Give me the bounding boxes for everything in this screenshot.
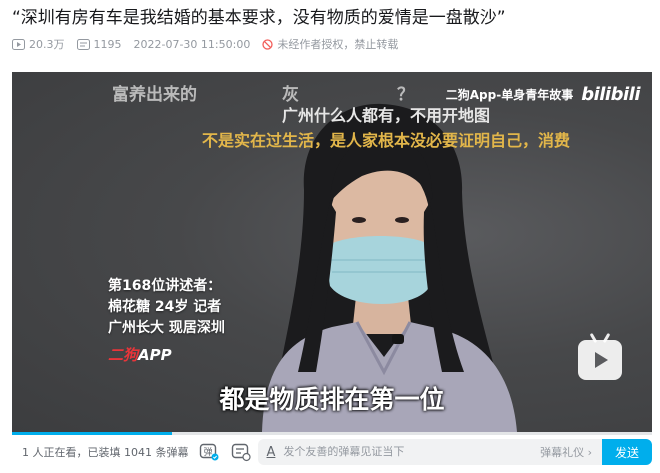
danmaku-toggle-glyph: 弹 (204, 446, 213, 458)
danmaku-settings-icon[interactable] (230, 441, 252, 463)
danmaku-4: 广州什么人都有，不用开地图 (282, 106, 491, 125)
danmaku-etiquette-link[interactable]: 弹幕礼仪 › (540, 444, 592, 460)
video-title: “深圳有房有车是我结婚的基本要求，没有物质的爱情是一盘散沙” (12, 8, 506, 28)
narrator-line: 广州长大 现居深圳 (108, 320, 225, 336)
bilibili-logo: bilibili (581, 84, 640, 105)
narrator-line: 棉花糖 24岁 记者 (108, 299, 222, 315)
progress-fill (12, 432, 172, 435)
copyright-text: 未经作者授权，禁止转载 (277, 38, 399, 51)
danmaku-stat: 1195 (76, 37, 122, 51)
danmaku-input[interactable] (283, 446, 541, 458)
danmaku-1: 富养出来的 (112, 85, 197, 105)
video-frame-person (262, 103, 517, 432)
forbidden-icon (262, 38, 273, 50)
danmaku-toggle-icon[interactable]: 弹 (198, 441, 220, 463)
narrator-line: 第168位讲述者： (108, 278, 222, 294)
play-icon (595, 352, 608, 368)
danmaku-count-icon (76, 38, 90, 50)
views-count: 20.3万 (29, 38, 65, 51)
video-meta: 20.3万 1195 2022-07-30 11:50:00 未经作者授权，禁止… (12, 35, 410, 53)
narrator-caption: 第168位讲述者： 棉花糖 24岁 记者 广州长大 现居深圳 (108, 276, 225, 339)
copyright-notice: 未经作者授权，禁止转载 (262, 36, 398, 52)
danmaku-send-bar: 1 人正在看，已装填 1041 条弹幕 弹 A 弹幕礼仪 › 发送 (12, 436, 652, 468)
danmaku-input-wrap: A 弹幕礼仪 › (258, 439, 602, 465)
views-stat: 20.3万 (12, 36, 65, 52)
play-button[interactable] (578, 340, 622, 380)
app-logo: 二狗APP (108, 344, 172, 365)
progress-bar[interactable] (12, 432, 652, 435)
app-logo-white: APP (138, 346, 172, 364)
channel-name: 二狗App-单身青年故事 (445, 88, 574, 102)
danmaku-5: 不是实在过生活，是人家根本没必要证明自己，消费 (202, 131, 571, 150)
video-subtitle: 都是物质排在第一位 (219, 385, 445, 414)
publish-time: 2022-07-30 11:50:00 (133, 37, 251, 51)
play-count-icon (12, 38, 25, 50)
send-danmaku-button[interactable]: 发送 (602, 439, 652, 465)
channel-watermark: 二狗App-单身青年故事 bilibili (445, 84, 641, 105)
danmaku-count: 1195 (93, 37, 122, 51)
watching-count: 1 人正在看，已装填 1041 条弹幕 (22, 446, 189, 459)
danmaku-style-icon[interactable]: A (266, 445, 275, 460)
app-logo-red: 二狗 (108, 346, 139, 364)
video-player[interactable]: 富养出来的 灰 ？ 广州什么人都有，不用开地图 不是实在过生活，是人家根本没必要… (12, 72, 652, 432)
